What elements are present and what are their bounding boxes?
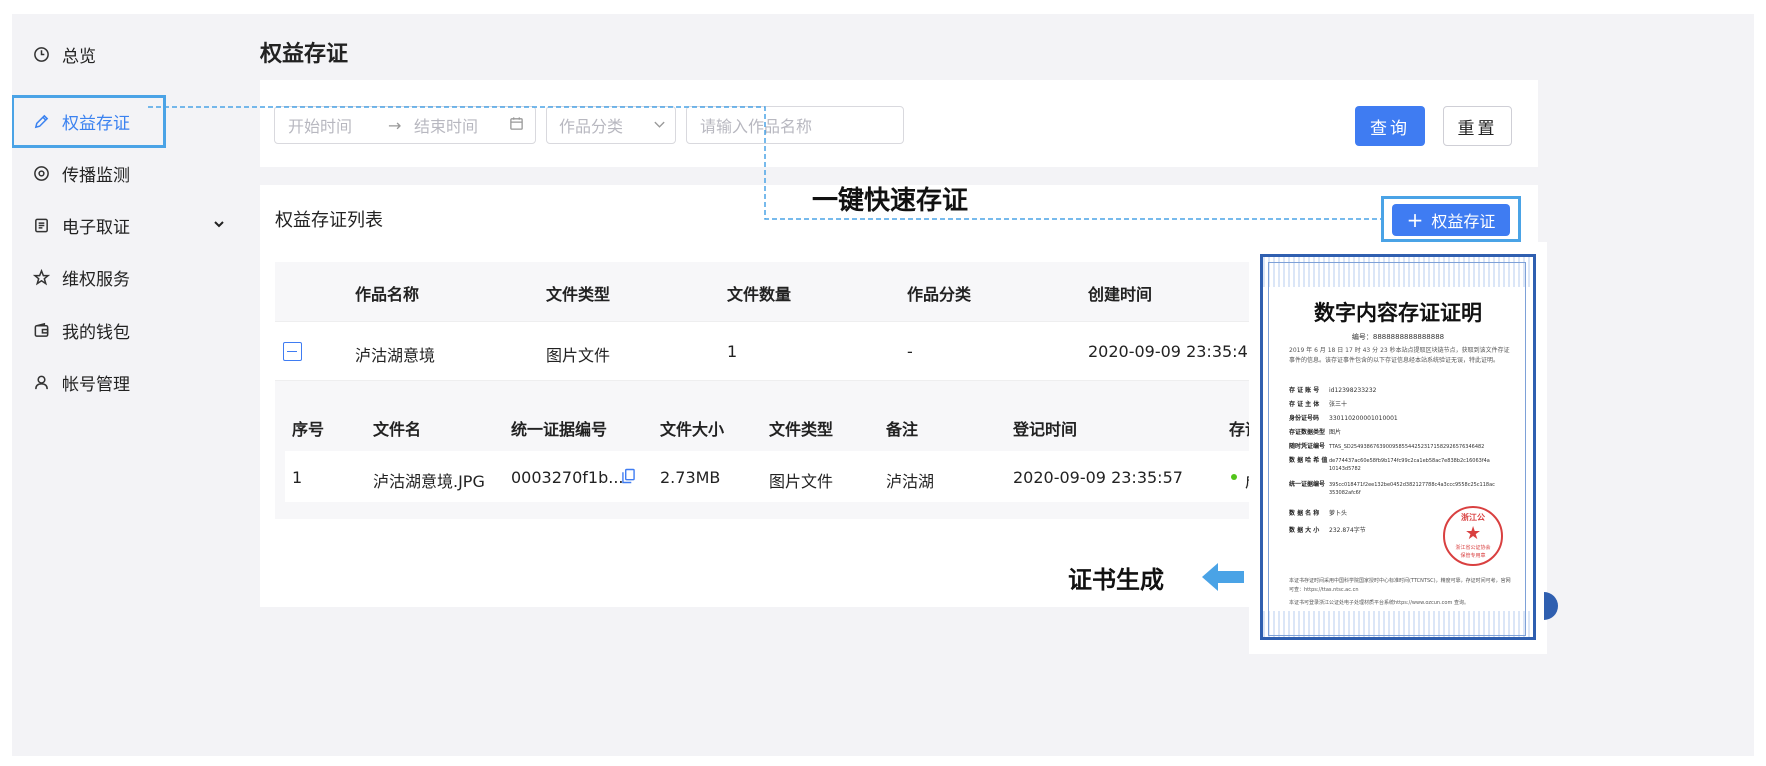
annotation-quick-evidence: 一键快速存证 xyxy=(812,186,969,216)
column-header: 作品分类 xyxy=(907,285,972,304)
cell-size: 2.73MB xyxy=(660,468,721,487)
column-header: 文件大小 xyxy=(660,420,725,439)
certificate-field: 数 据 名 称萝卜头 xyxy=(1289,510,1348,517)
certificate-field: 存 证 主 体张三十 xyxy=(1289,401,1348,408)
cell-evidence-id: 0003270f1b... xyxy=(511,468,624,487)
certificate: 数字内容存证证明 编号：8888888888888888 2019 年 6 月 … xyxy=(1260,254,1536,640)
table-row[interactable]: 泸沽湖意境 图片文件 1 - 2020-09-09 23:35:47 xyxy=(275,321,1275,381)
app-window: 总览 权益存证 传播监测 电子取证 维权服务 我的钱包 帐号管理 权益存证 开始… xyxy=(12,14,1754,756)
expanded-panel: 序号 文件名 统一证据编号 文件大小 文件类型 备注 登记时间 存证 1 泸沽湖… xyxy=(275,381,1277,519)
status-dot xyxy=(1231,474,1237,480)
collapse-toggle-icon[interactable] xyxy=(283,342,302,361)
certificate-field: 10143d5782 xyxy=(1329,466,1361,472)
cell-filename: 泸沽湖意境.JPG xyxy=(373,472,485,491)
column-header: 统一证据编号 xyxy=(511,420,608,439)
sub-table-header: 序号 文件名 统一证据编号 文件大小 文件类型 备注 登记时间 存证 xyxy=(285,381,1275,451)
certificate-title: 数字内容存证证明 xyxy=(1314,300,1482,325)
column-header: 文件名 xyxy=(373,420,422,439)
certificate-intro: 2019 年 6 月 18 日 17 时 43 分 23 秒本站点提取区块链节点… xyxy=(1289,347,1510,364)
certificate-number: 编号：8888888888888888 xyxy=(1351,333,1445,341)
sub-table-row[interactable]: 1 泸沽湖意境.JPG 0003270f1b... 2.73MB 图片文件 泸沽… xyxy=(285,451,1277,502)
certificate-field: 353082afc6f xyxy=(1329,490,1361,496)
certificate-field: 随时凭证编号 TTAS_SD254938676390095855442523171… xyxy=(1289,443,1485,450)
column-header: 文件类型 xyxy=(546,285,611,304)
cell-note: 泸沽湖 xyxy=(886,472,935,491)
cell-registered: 2020-09-09 23:35:57 xyxy=(1013,468,1183,487)
arrow-left-icon xyxy=(1202,563,1244,591)
copy-icon[interactable] xyxy=(622,468,635,488)
table-header: 作品名称 文件类型 文件数量 作品分类 创建时间 xyxy=(275,262,1275,321)
certificate-footer: 本证书存证时间采用中国科学院国家授时中心标准时间(TTCNTSC)，精度可靠，存… xyxy=(1289,578,1511,593)
cell-count: 1 xyxy=(727,342,738,361)
certificate-footer: 本证书可登录浙江公证处电子处理材质平台系统https://www.ozcun.c… xyxy=(1289,600,1469,606)
certificate-field: 存证数据类型 图片 xyxy=(1289,429,1342,436)
certificate-field: 数 据 大 小 232.874字节 xyxy=(1289,527,1366,534)
column-header: 文件数量 xyxy=(727,285,792,304)
certificate-field: 数 据 哈 希 值 de774437ac60e58fb9b174fc99c2ca1… xyxy=(1289,457,1490,464)
cell-type: 图片文件 xyxy=(546,346,611,365)
column-header: 序号 xyxy=(292,420,325,439)
certificate-field: 统一证据编号 395cc018471f2ee132be0452d382127788… xyxy=(1289,481,1495,488)
column-header: 创建时间 xyxy=(1088,285,1153,304)
cell-type: 图片文件 xyxy=(769,472,834,491)
cell-category: - xyxy=(907,342,913,361)
official-seal: 浙江公 ★ 浙江省公证协会 保管专用章 xyxy=(1443,506,1503,566)
certificate-field: 存 证 账 号 id12398233232 xyxy=(1289,387,1377,394)
cell-created: 2020-09-09 23:35:47 xyxy=(1088,342,1258,361)
column-header: 文件类型 xyxy=(769,420,834,439)
column-header: 作品名称 xyxy=(355,285,420,304)
column-header: 登记时间 xyxy=(1013,420,1078,439)
cell-index: 1 xyxy=(292,468,303,487)
cell-name: 泸沽湖意境 xyxy=(355,346,436,365)
certificate-field: 身份证号码 330110200001010001 xyxy=(1289,415,1398,422)
column-header: 备注 xyxy=(886,420,919,439)
annotation-cert: 证书生成 xyxy=(1068,566,1164,594)
